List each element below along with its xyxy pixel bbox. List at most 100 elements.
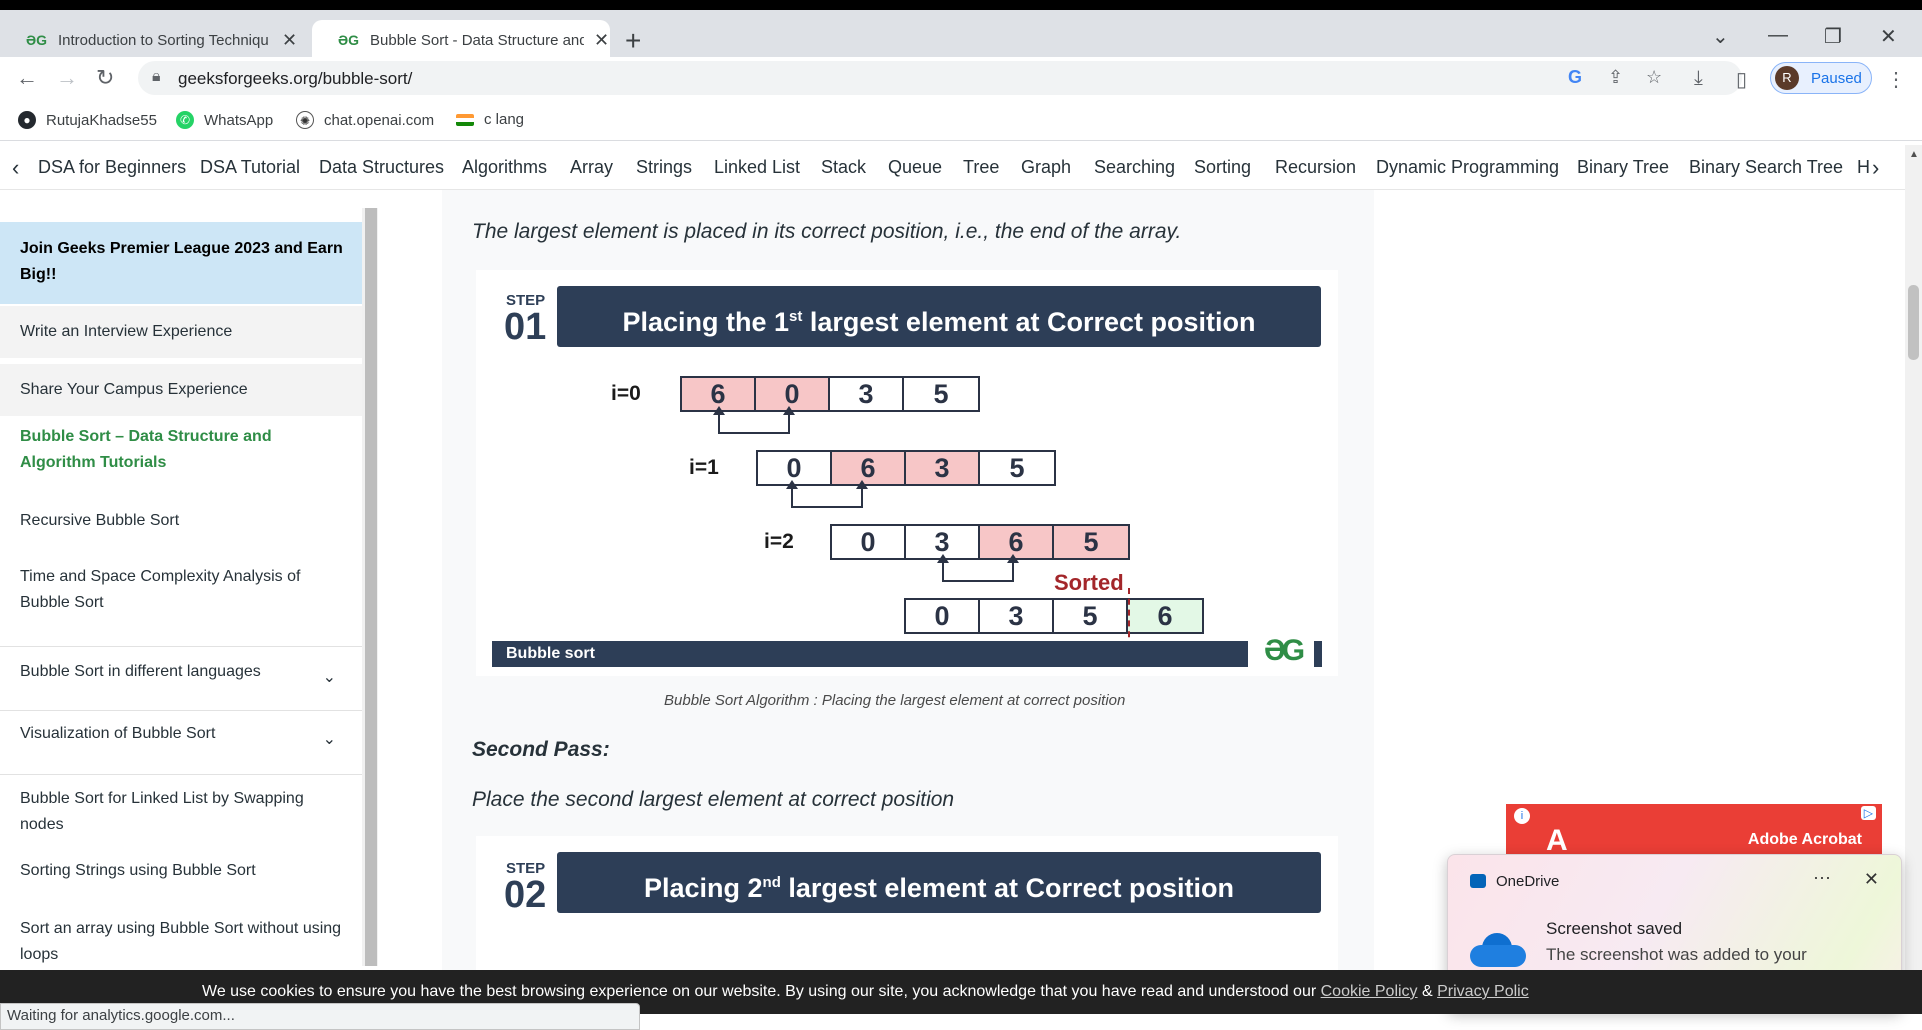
sidebar-item-campus[interactable]: Share Your Campus Experience xyxy=(0,364,362,416)
chevron-down-icon[interactable]: ⌄ xyxy=(323,665,336,691)
bookmark-whatsapp[interactable]: ✆ WhatsApp xyxy=(176,111,273,129)
sidebar-item-visualization[interactable]: Visualization of Bubble Sort ⌄ xyxy=(0,711,362,773)
privacy-policy-link[interactable]: Privacy Polic xyxy=(1437,983,1529,1000)
forward-button[interactable]: → xyxy=(56,65,78,91)
sidebar-item-no-loops[interactable]: Sort an array using Bubble Sort without … xyxy=(0,916,362,970)
sidebar-item-strings[interactable]: Sorting Strings using Bubble Sort xyxy=(0,858,362,888)
nav-dynamic-programming[interactable]: Dynamic Programming xyxy=(1376,157,1559,178)
sidebar-item-linked-list[interactable]: Bubble Sort for Linked List by Swapping … xyxy=(0,774,362,833)
nav-data-structures[interactable]: Data Structures xyxy=(319,157,444,178)
array-cell: 0 xyxy=(832,526,906,558)
nav-searching[interactable]: Searching xyxy=(1094,157,1175,178)
nav-graph[interactable]: Graph xyxy=(1021,157,1071,178)
restore-button[interactable]: ❐ xyxy=(1824,24,1842,49)
nav-scroll-left-icon[interactable]: ‹ xyxy=(12,155,19,181)
new-tab-button[interactable]: + xyxy=(625,25,641,57)
cookie-policy-link[interactable]: Cookie Policy xyxy=(1321,983,1418,1000)
page-scrollbar[interactable]: ▲ xyxy=(1905,145,1922,970)
nav-linked-list[interactable]: Linked List xyxy=(714,157,800,178)
sorted-label: Sorted xyxy=(1054,570,1124,595)
download-icon[interactable]: ⤓ xyxy=(1694,67,1703,90)
close-tab-icon[interactable]: ✕ xyxy=(282,30,297,51)
swap-arrow-icon xyxy=(786,480,868,508)
cookie-amp: & xyxy=(1417,983,1438,1000)
figure-caption: Bubble Sort Algorithm : Placing the larg… xyxy=(664,692,1126,709)
bookmark-star-icon[interactable]: ☆ xyxy=(1646,67,1662,88)
notification-heading: Screenshot saved xyxy=(1546,919,1683,938)
lock-icon[interactable]: 🔒︎ xyxy=(152,68,161,86)
nav-binary-search-tree[interactable]: Binary Search Tree xyxy=(1689,157,1843,178)
reload-button[interactable]: ↻ xyxy=(96,65,114,91)
step-number: 02 xyxy=(504,874,547,916)
share-icon[interactable]: ⇪ xyxy=(1608,67,1623,88)
array-row-result: 0 3 5 6 xyxy=(904,598,1204,634)
step-title-bar: Placing 2nd largest element at Correct p… xyxy=(557,852,1321,913)
nav-dsa-beginners[interactable]: DSA for Beginners xyxy=(38,157,186,178)
nav-algorithms[interactable]: Algorithms xyxy=(462,157,547,178)
sidebar-item-bubble-sort[interactable]: Bubble Sort – Data Structure and Algorit… xyxy=(0,424,362,482)
minimize-button[interactable]: — xyxy=(1768,24,1788,47)
sidebar-scrollbar[interactable] xyxy=(362,208,378,966)
bookmarks-bar: ● RutujaKhadse55 ✆ WhatsApp ✺ chat.opena… xyxy=(0,99,1922,141)
url-text[interactable]: geeksforgeeks.org/bubble-sort/ xyxy=(178,69,412,89)
chevron-down-icon[interactable]: ⌄ xyxy=(323,727,336,753)
tab-title: Introduction to Sorting Techniqu xyxy=(58,31,269,49)
gfg-topic-nav: ‹ DSA for Beginners DSA Tutorial Data St… xyxy=(0,145,1905,190)
profile-button[interactable]: R Paused xyxy=(1770,62,1872,94)
sidebar-item-languages[interactable]: Bubble Sort in different languages ⌄ xyxy=(0,647,362,709)
bookmark-chatgpt[interactable]: ✺ chat.openai.com xyxy=(296,111,434,129)
sidebar-item-recursive[interactable]: Recursive Bubble Sort xyxy=(0,508,362,538)
cookie-text: We use cookies to ensure you have the be… xyxy=(202,983,1529,1001)
step-title-sup: nd xyxy=(762,874,781,891)
tab-sorting-intro[interactable]: ƏG Introduction to Sorting Techniqu ✕ xyxy=(0,20,310,60)
nav-truncated[interactable]: H xyxy=(1857,157,1870,178)
nav-tree[interactable]: Tree xyxy=(963,157,999,178)
bookmark-label: RutujaKhadse55 xyxy=(46,111,157,129)
scroll-up-icon[interactable]: ▲ xyxy=(1909,149,1919,160)
sidebar-item-interview[interactable]: Write an Interview Experience xyxy=(0,306,362,358)
openai-icon: ✺ xyxy=(296,111,314,129)
nav-recursion[interactable]: Recursion xyxy=(1275,157,1356,178)
bookmark-c-lang[interactable]: c lang xyxy=(456,111,524,128)
nav-stack[interactable]: Stack xyxy=(821,157,866,178)
array-cell: 5 xyxy=(1054,526,1128,558)
nav-sorting[interactable]: Sorting xyxy=(1194,157,1251,178)
close-notification-icon[interactable]: ✕ xyxy=(1864,869,1879,890)
nav-binary-tree[interactable]: Binary Tree xyxy=(1577,157,1669,178)
menu-kebab-icon[interactable]: ⋮ xyxy=(1886,67,1906,92)
sidebar-item-complexity[interactable]: Time and Space Complexity Analysis of Bu… xyxy=(0,564,362,622)
array-row-i2: 0 3 6 5 xyxy=(830,524,1130,560)
adobe-ad-banner[interactable]: i ▷ A Adobe Acrobat xyxy=(1506,804,1882,856)
nav-array[interactable]: Array xyxy=(570,157,613,178)
more-options-icon[interactable]: ··· xyxy=(1813,867,1831,888)
nav-strings[interactable]: Strings xyxy=(636,157,692,178)
array-cell: 5 xyxy=(1054,600,1128,632)
sidebar-scrollbar-thumb[interactable] xyxy=(365,208,377,966)
array-row-i0: 6 0 3 5 xyxy=(680,376,980,412)
google-lens-icon[interactable]: G xyxy=(1568,67,1582,88)
array-cell: 3 xyxy=(830,378,904,410)
bookmark-github[interactable]: ● RutujaKhadse55 xyxy=(18,111,157,129)
ad-info-icon[interactable]: i xyxy=(1514,808,1530,824)
side-panel-icon[interactable]: ▯ xyxy=(1736,67,1747,92)
nav-dsa-tutorial[interactable]: DSA Tutorial xyxy=(200,157,300,178)
bookmark-label: WhatsApp xyxy=(204,111,274,129)
github-icon: ● xyxy=(18,111,36,129)
bookmark-label: chat.openai.com xyxy=(324,111,435,129)
tab-bubble-sort[interactable]: ƏG Bubble Sort - Data Structure and ✕ xyxy=(312,20,610,60)
adchoices-icon[interactable]: ▷ xyxy=(1860,806,1876,820)
address-bar[interactable]: 🔒︎ geeksforgeeks.org/bubble-sort/ G ⇪ ☆ xyxy=(138,61,1742,95)
nav-scroll-right-icon[interactable]: › xyxy=(1872,155,1879,181)
array-row-i1: 0 6 3 5 xyxy=(756,450,1056,486)
notification-app-name: OneDrive xyxy=(1496,873,1560,890)
figure-footer-end xyxy=(1314,641,1322,667)
close-window-button[interactable]: ✕ xyxy=(1880,24,1897,49)
tab-search-icon[interactable]: ⌄ xyxy=(1712,24,1729,49)
sidebar-item-gpl[interactable]: Join Geeks Premier League 2023 and Earn … xyxy=(0,222,362,304)
close-tab-icon[interactable]: ✕ xyxy=(594,30,609,51)
back-button[interactable]: ← xyxy=(16,65,38,91)
nav-queue[interactable]: Queue xyxy=(888,157,942,178)
iteration-label: i=2 xyxy=(764,530,794,553)
page-scrollbar-thumb[interactable] xyxy=(1908,285,1919,360)
article-intro-text: The largest element is placed in its cor… xyxy=(472,220,1182,243)
